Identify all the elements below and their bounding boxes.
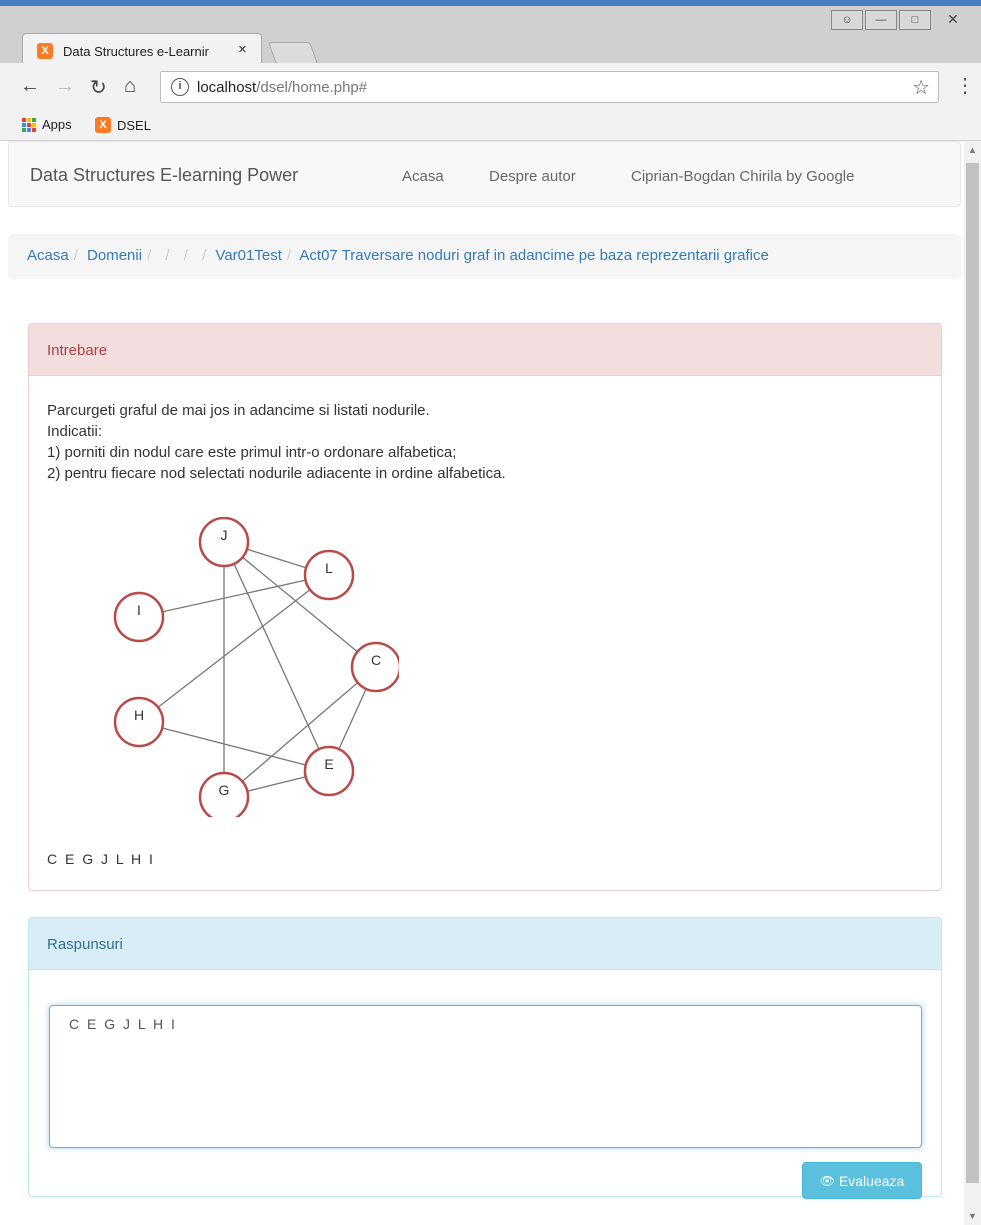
scroll-down-icon[interactable]: ▼ [968,1211,977,1221]
question-line: Parcurgeti graful de mai jos in adancime… [47,402,430,419]
maximize-button[interactable]: □ [899,10,931,30]
bookmark-label: DSEL [117,117,151,133]
graph-node-C: C [350,641,399,693]
answers-panel-title: Raspunsuri [29,918,941,970]
evaluate-button[interactable]: 👁 Evalueaza [802,1162,922,1199]
minimize-button[interactable]: — [865,10,897,30]
question-line: 1) porniti din nodul care este primul in… [47,444,457,461]
back-arrow-icon[interactable]: ← [20,75,40,98]
browser-toolbar: ← → ↻ ⌂ i localhost/dsel/home.php# ☆ ⋮ [0,63,981,111]
svg-text:L: L [325,560,333,576]
svg-text:G: G [219,782,230,798]
info-icon[interactable]: i [171,78,189,96]
page-viewport: Data Structures E-learning Power Acasa D… [0,141,964,1225]
answer-textarea[interactable]: C E G J L H I [49,1005,922,1148]
svg-text:I: I [137,602,141,618]
scroll-up-icon[interactable]: ▲ [968,145,977,155]
graph-node-L: L [303,549,355,601]
question-line: Indicatii: [47,423,103,440]
apps-grid-icon [22,117,36,132]
graph-node-I: I [113,591,165,643]
breadcrumb-var01test[interactable]: Var01Test [215,247,281,264]
close-tab-icon[interactable]: × [238,41,247,58]
xampp-favicon-icon: X [37,43,53,59]
graph-node-E: E [303,745,355,797]
question-line: 2) pentru fiecare nod selectati nodurile… [47,465,506,482]
svg-text:C: C [371,652,381,668]
scroll-thumb[interactable] [966,163,979,1183]
nav-link-despre-autor[interactable]: Despre autor [489,168,576,185]
breadcrumb: Acasa / Domenii / / / / Var01Test / Act07 T… [8,234,961,279]
bookmark-apps[interactable]: Apps [22,117,72,132]
xampp-favicon-icon: X [95,117,111,133]
graph-edge-J-C [223,541,377,668]
browser-titlebar: X Data Structures e-Learnir × ☺ — □ ✕ [0,0,981,69]
url-text: localhost/dsel/home.php# [197,79,368,96]
graph-diagram: J L I C H E G [113,517,399,817]
answers-panel: Raspunsuri C E G J L H I 👁 Evalueaza [28,917,942,1199]
eye-icon: 👁 [819,1173,835,1188]
svg-text:H: H [134,707,144,723]
evaluate-label: Evalueaza [838,1172,905,1189]
site-navbar: Data Structures E-learning Power Acasa D… [8,141,961,207]
svg-text:E: E [324,756,333,772]
question-panel-title: Intrebare [29,324,941,376]
page-scrollbar[interactable]: ▲ ▼ [964,141,981,1225]
new-tab-button[interactable] [267,42,319,64]
expected-answer-text: C E G J L H I [47,851,155,867]
browser-menu-icon[interactable]: ⋮ [955,73,975,98]
reload-icon[interactable]: ↻ [90,75,107,100]
graph-edge-H-E [138,721,330,772]
bookmark-dsel[interactable]: X DSEL [95,117,151,133]
bookmark-label: Apps [42,117,72,132]
window-controls: ☺ — □ ✕ [831,10,973,32]
forward-arrow-icon[interactable]: → [55,75,75,98]
user-profile-icon[interactable]: ☺ [831,10,863,30]
breadcrumb-acasa[interactable]: Acasa [27,247,69,264]
graph-node-G: G [198,771,250,817]
bookmarks-bar: Apps X DSEL [0,111,981,141]
graph-edge-H-L [138,574,330,723]
navbar-brand[interactable]: Data Structures E-learning Power [30,165,298,186]
tab-title: Data Structures e-Learnir [63,44,209,59]
nav-link-author[interactable]: Ciprian-Bogdan Chirila by Google [631,168,854,185]
graph-edge-I-L [138,574,330,618]
close-window-button[interactable]: ✕ [933,10,973,30]
bookmark-star-icon[interactable]: ☆ [912,75,930,100]
question-text: Parcurgeti graful de mai jos in adancime… [47,400,506,484]
graph-node-H: H [113,696,165,748]
home-icon[interactable]: ⌂ [124,75,136,98]
question-panel: Intrebare Parcurgeti graful de mai jos i… [28,323,942,891]
breadcrumb-domenii[interactable]: Domenii [87,247,142,264]
graph-node-J: J [198,517,250,568]
address-bar[interactable]: i localhost/dsel/home.php# ☆ [160,71,939,103]
breadcrumb-activity[interactable]: Act07 Traversare noduri graf in adancime… [299,247,768,264]
svg-text:J: J [221,527,228,543]
nav-link-acasa[interactable]: Acasa [402,168,444,185]
